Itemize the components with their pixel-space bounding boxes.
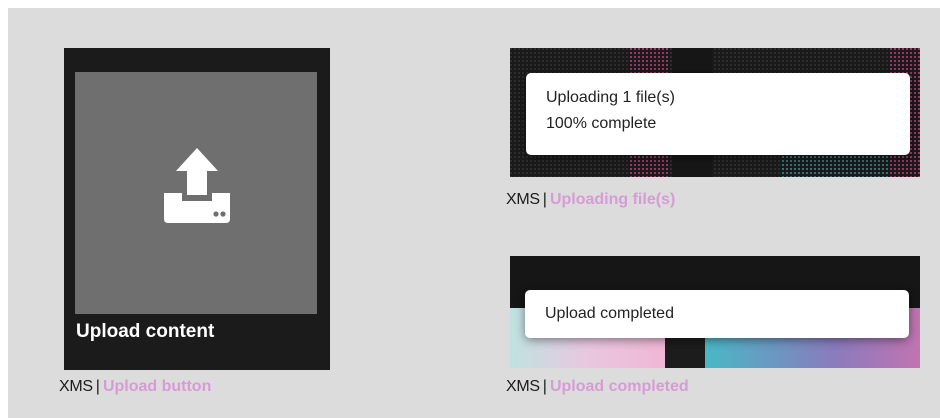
caption-upload-button: XMS | Upload button [59, 378, 211, 396]
showcase-board: Upload content XMS | Upload button Uploa… [8, 8, 940, 418]
uploading-status: Uploading 1 file(s) [546, 89, 675, 106]
caption-uploading: XMS | Uploading file(s) [506, 191, 675, 209]
uploading-preview: Uploading 1 file(s) 100% complete [510, 48, 920, 177]
upload-content-tile[interactable]: Upload content [64, 48, 330, 370]
caption-link-upload-button[interactable]: Upload button [103, 378, 211, 395]
caption-completed: XMS | Upload completed [506, 378, 689, 396]
uploading-progress: 100% complete [546, 115, 657, 132]
completed-status: Upload completed [545, 305, 674, 322]
caption-brand: XMS [59, 378, 93, 395]
caption-separator: | [542, 378, 547, 395]
upload-content-label: Upload content [76, 321, 215, 342]
caption-link-completed[interactable]: Upload completed [550, 378, 689, 395]
caption-separator: | [542, 191, 547, 208]
completed-toast: Upload completed [525, 290, 909, 338]
caption-brand: XMS [506, 378, 540, 395]
uploading-toast: Uploading 1 file(s) 100% complete [526, 73, 910, 155]
caption-link-uploading[interactable]: Uploading file(s) [550, 191, 675, 208]
upload-tray-icon [164, 148, 230, 223]
completed-preview: Upload completed [510, 256, 920, 368]
upload-tile-image [75, 72, 317, 314]
caption-separator: | [95, 378, 100, 395]
caption-brand: XMS [506, 191, 540, 208]
